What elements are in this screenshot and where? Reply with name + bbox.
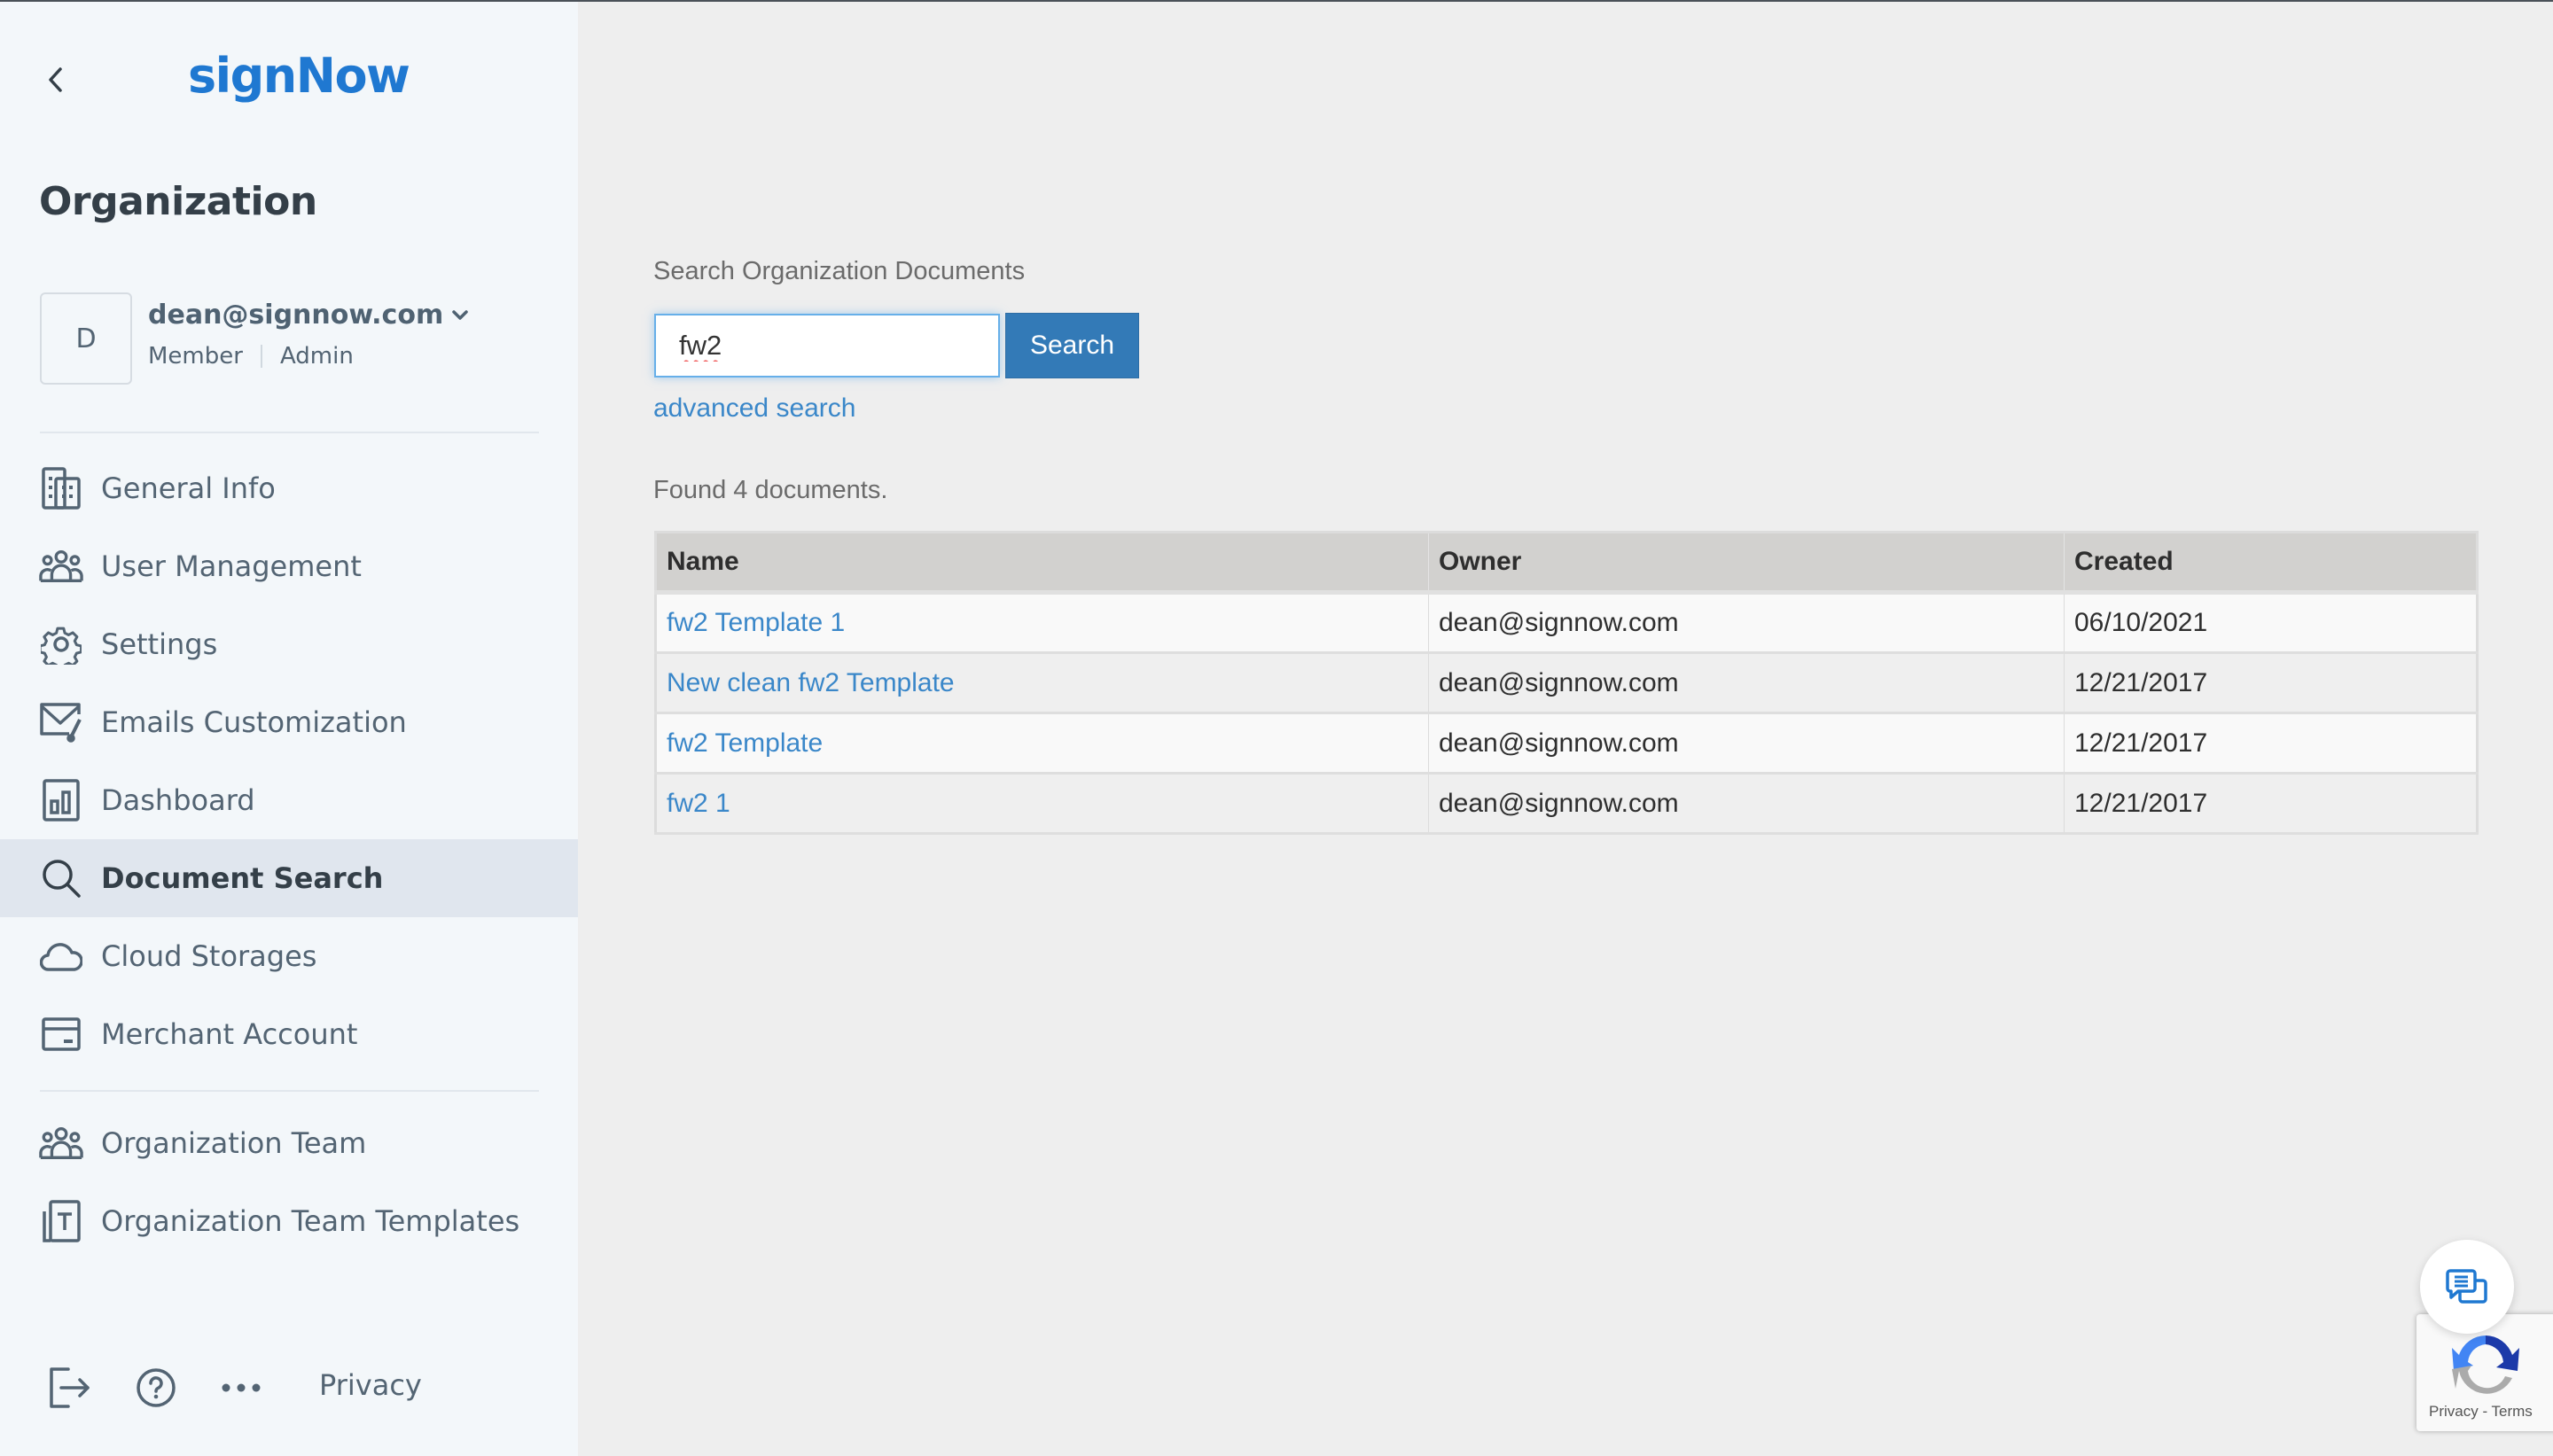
more-button[interactable]	[218, 1365, 264, 1411]
sidebar: signNow Organization D dean@signnow.com …	[0, 2, 578, 1456]
table-row: fw2 Template dean@signnow.com 12/21/2017	[655, 712, 2478, 775]
chevron-down-icon	[452, 309, 468, 320]
sidebar-item-label: Dashboard	[101, 783, 255, 817]
user-roles: Member Admin	[148, 343, 354, 370]
template-icon	[39, 1199, 83, 1243]
table-row: fw2 Template 1 dean@signnow.com 06/10/20…	[655, 592, 2478, 654]
cell-owner: dean@signnow.com	[1428, 652, 2065, 714]
column-header-created[interactable]: Created	[2064, 532, 2478, 595]
document-link[interactable]: fw2 Template 1	[667, 608, 845, 637]
column-header-name[interactable]: Name	[655, 532, 1429, 595]
cell-owner: dean@signnow.com	[1428, 773, 2065, 835]
sidebar-item-general-info[interactable]: General Info	[0, 449, 578, 527]
sidebar-item-organization-team-templates[interactable]: Organization Team Templates	[0, 1182, 578, 1260]
result-summary: Found 4 documents.	[653, 476, 888, 504]
cell-name: fw2 Template 1	[655, 592, 1429, 654]
document-link[interactable]: fw2 1	[667, 789, 730, 818]
credit-card-icon	[39, 1012, 83, 1056]
recaptcha-terms[interactable]: Privacy - Terms	[2429, 1403, 2533, 1421]
advanced-search-link[interactable]: advanced search	[653, 393, 856, 424]
cell-owner: dean@signnow.com	[1428, 592, 2065, 654]
document-link[interactable]: fw2 Template	[667, 728, 823, 758]
cell-created: 12/21/2017	[2064, 773, 2478, 835]
sidebar-item-label: Settings	[101, 627, 218, 661]
results-table: Name Owner Created fw2 Template 1 dean@s…	[654, 531, 2479, 835]
more-horizontal-icon	[222, 1383, 261, 1392]
sidebar-item-dashboard[interactable]: Dashboard	[0, 761, 578, 839]
sidebar-item-label: User Management	[101, 549, 362, 583]
divider	[40, 1090, 539, 1092]
help-button[interactable]	[133, 1365, 179, 1411]
sidebar-item-merchant-account[interactable]: Merchant Account	[0, 995, 578, 1073]
table-row: New clean fw2 Template dean@signnow.com …	[655, 652, 2478, 714]
logout-icon	[50, 1367, 90, 1408]
column-header-owner[interactable]: Owner	[1428, 532, 2065, 595]
cell-owner: dean@signnow.com	[1428, 712, 2065, 775]
role-separator	[260, 345, 262, 368]
cell-name: fw2 1	[655, 773, 1429, 835]
avatar-initial: D	[75, 323, 97, 354]
users-icon	[39, 544, 83, 588]
signnow-logo[interactable]: signNow	[188, 48, 410, 104]
recaptcha-icon	[2452, 1335, 2519, 1394]
avatar: D	[40, 292, 132, 385]
role-admin: Admin	[279, 343, 354, 370]
sidebar-item-emails-customization[interactable]: Emails Customization	[0, 683, 578, 761]
building-icon	[39, 466, 83, 510]
chevron-left-icon	[49, 67, 62, 92]
sidebar-item-label: Organization Team	[101, 1126, 367, 1160]
search-label: Search Organization Documents	[653, 257, 1026, 285]
document-link[interactable]: New clean fw2 Template	[667, 668, 955, 697]
users-icon	[39, 1121, 83, 1165]
back-button[interactable]	[39, 62, 71, 97]
user-email: dean@signnow.com	[148, 300, 444, 331]
logout-button[interactable]	[46, 1365, 92, 1411]
sidebar-item-organization-team[interactable]: Organization Team	[0, 1104, 578, 1182]
divider	[40, 432, 539, 433]
cell-created: 06/10/2021	[2064, 592, 2478, 654]
sidebar-item-label: Merchant Account	[101, 1017, 358, 1051]
sidebar-item-label: Cloud Storages	[101, 939, 317, 973]
sidebar-item-user-management[interactable]: User Management	[0, 527, 578, 605]
table-row: fw2 1 dean@signnow.com 12/21/2017	[655, 773, 2478, 835]
chat-button[interactable]	[2420, 1240, 2514, 1334]
cell-created: 12/21/2017	[2064, 712, 2478, 775]
main-content: Search Organization Documents Search adv…	[578, 2, 2553, 1456]
search-icon	[39, 856, 83, 900]
cell-name: New clean fw2 Template	[655, 652, 1429, 714]
sidebar-item-cloud-storages[interactable]: Cloud Storages	[0, 917, 578, 995]
search-input[interactable]	[654, 314, 1000, 378]
user-account-dropdown[interactable]: dean@signnow.com	[148, 300, 468, 331]
role-member: Member	[148, 343, 243, 370]
recaptcha-badge[interactable]: Privacy - Terms	[2416, 1314, 2553, 1431]
sidebar-item-document-search[interactable]: Document Search	[0, 839, 578, 917]
sidebar-item-label: Emails Customization	[101, 705, 407, 739]
gear-icon	[39, 622, 83, 666]
bar-chart-icon	[39, 778, 83, 822]
cell-name: fw2 Template	[655, 712, 1429, 775]
page-title: Organization	[39, 179, 317, 224]
envelope-brush-icon	[39, 700, 83, 744]
sidebar-item-label: Organization Team Templates	[101, 1204, 520, 1238]
sidebar-item-label: General Info	[101, 471, 276, 505]
privacy-link[interactable]: Privacy	[319, 1368, 422, 1402]
cell-created: 12/21/2017	[2064, 652, 2478, 714]
chat-bubbles-icon	[2446, 1269, 2487, 1304]
sidebar-item-label: Document Search	[101, 861, 384, 895]
sidebar-item-settings[interactable]: Settings	[0, 605, 578, 683]
cloud-icon	[39, 934, 83, 978]
help-circle-icon	[137, 1368, 176, 1407]
table-header-row: Name Owner Created	[655, 532, 2478, 595]
search-button[interactable]: Search	[1005, 313, 1139, 378]
